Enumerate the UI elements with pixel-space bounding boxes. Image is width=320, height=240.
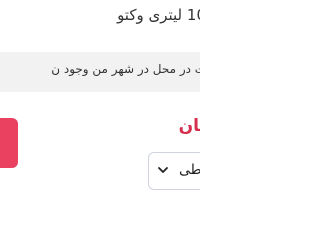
- product-title: 10 لیتری وکتو: [117, 6, 200, 24]
- delivery-notice-text: خت در محل در شهر من وجود ن: [51, 62, 200, 76]
- chevron-down-icon: [158, 167, 168, 173]
- delivery-notice-bar: خت در محل در شهر من وجود ن: [0, 52, 200, 92]
- product-page: 10 لیتری وکتو خت در محل در شهر من وجود ن…: [0, 0, 200, 200]
- product-color-thumbnail[interactable]: [0, 118, 18, 168]
- option-select-value: طی: [179, 162, 200, 178]
- price-label: مان: [178, 116, 200, 136]
- option-select[interactable]: طی: [148, 152, 200, 190]
